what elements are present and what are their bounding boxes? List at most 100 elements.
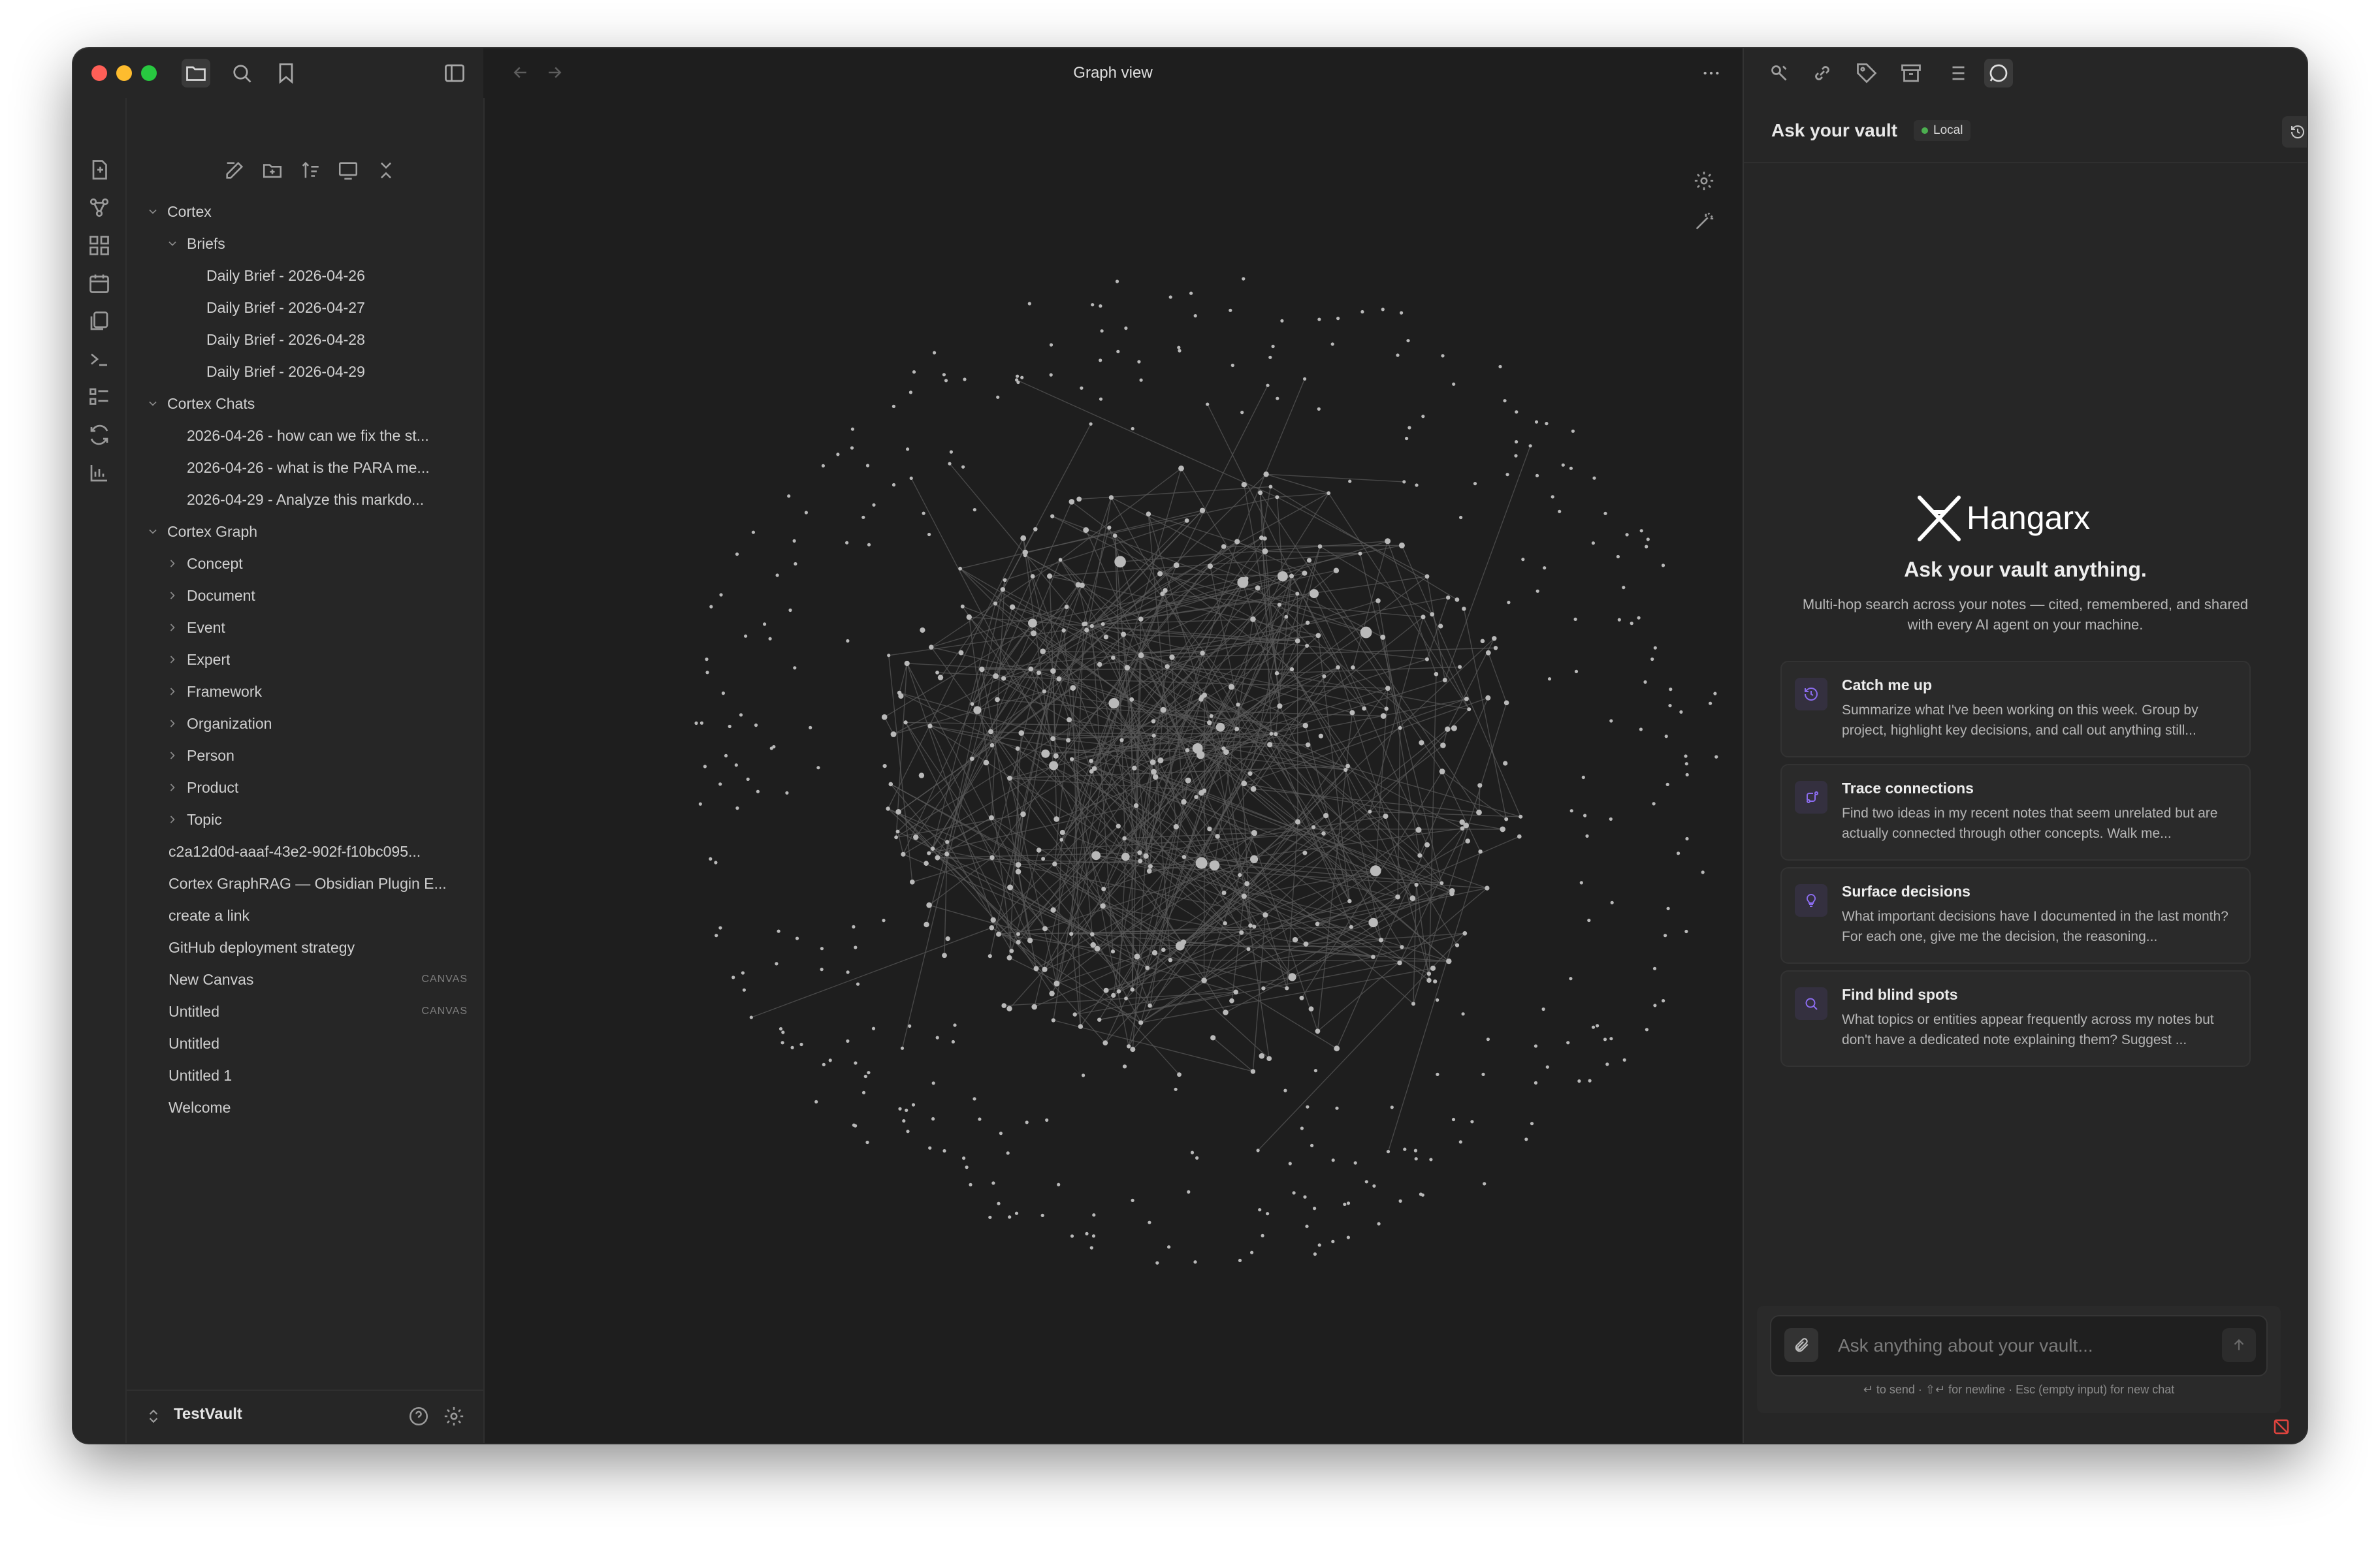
graph-node[interactable] <box>1493 646 1498 650</box>
graph-node[interactable] <box>1148 1003 1152 1008</box>
graph-node[interactable] <box>1133 803 1139 808</box>
graph-node[interactable] <box>792 539 796 543</box>
graph-node[interactable] <box>1277 603 1281 607</box>
tree-file[interactable]: create a link <box>169 901 249 930</box>
graph-node[interactable] <box>1403 1147 1407 1151</box>
graph-node[interactable] <box>1031 630 1037 637</box>
graph-node[interactable] <box>846 970 850 974</box>
graph-node[interactable] <box>1151 950 1158 956</box>
graph-node[interactable] <box>1050 668 1056 674</box>
graph-node[interactable] <box>1276 396 1279 400</box>
graph-node[interactable] <box>1574 669 1579 673</box>
graph-node[interactable] <box>1384 707 1389 711</box>
graph-node[interactable] <box>1609 817 1613 821</box>
graph-node[interactable] <box>1346 1235 1350 1239</box>
tree-folder[interactable]: Product <box>187 773 238 802</box>
graph-node[interactable] <box>922 511 925 515</box>
graph-node[interactable] <box>949 450 953 454</box>
graph-node[interactable] <box>1041 749 1050 758</box>
graph-node[interactable] <box>901 851 906 857</box>
graph-node[interactable] <box>1261 1233 1264 1237</box>
graph-node[interactable] <box>1284 614 1289 619</box>
graph-node[interactable] <box>1278 571 1288 582</box>
graph-node[interactable] <box>1028 618 1037 628</box>
graph-node[interactable] <box>1603 511 1607 515</box>
graph-node[interactable] <box>1414 882 1419 887</box>
graph-node[interactable] <box>1424 574 1430 579</box>
graph-node[interactable] <box>1446 596 1451 600</box>
graph-node[interactable] <box>1558 509 1562 513</box>
graph-node[interactable] <box>1274 732 1278 737</box>
graph-node[interactable] <box>1058 558 1063 562</box>
graph-node[interactable] <box>995 697 1000 703</box>
graph-node[interactable] <box>1134 953 1140 960</box>
graph-node[interactable] <box>937 675 944 680</box>
chevron-right-icon[interactable] <box>166 685 179 698</box>
graph-node[interactable] <box>1210 1035 1216 1041</box>
graph-node[interactable] <box>1263 471 1269 477</box>
graph-node[interactable] <box>909 476 913 481</box>
graph-node[interactable] <box>809 725 812 729</box>
graph-node[interactable] <box>780 1041 784 1045</box>
graph-node[interactable] <box>1036 848 1042 853</box>
graph-node[interactable] <box>1080 386 1084 390</box>
graph-node[interactable] <box>1315 1028 1321 1034</box>
graph-node[interactable] <box>1129 697 1134 702</box>
graph-node[interactable] <box>1458 665 1462 669</box>
graph-node[interactable] <box>1256 1149 1260 1152</box>
graph-node[interactable] <box>1470 1120 1474 1124</box>
graph-node[interactable] <box>1439 881 1444 885</box>
graph-node[interactable] <box>1131 1198 1134 1202</box>
graph-node[interactable] <box>1239 930 1244 935</box>
graph-node[interactable] <box>1709 701 1713 705</box>
graph-node[interactable] <box>1084 628 1089 633</box>
graph-node[interactable] <box>1643 680 1647 684</box>
graph-node[interactable] <box>1288 973 1296 981</box>
graph-node[interactable] <box>1061 628 1066 633</box>
graph-node[interactable] <box>1289 573 1294 579</box>
graph-node[interactable] <box>965 1166 969 1169</box>
graph-node[interactable] <box>927 723 933 729</box>
graph-node[interactable] <box>1536 589 1539 593</box>
graph-node[interactable] <box>1194 795 1198 799</box>
graph-node[interactable] <box>846 639 850 643</box>
graph-node[interactable] <box>1102 1040 1108 1046</box>
graph-node[interactable] <box>1083 527 1089 533</box>
graph-node[interactable] <box>1237 577 1249 588</box>
graph-node[interactable] <box>1008 1215 1012 1219</box>
graph-node[interactable] <box>1209 714 1214 718</box>
graph-node[interactable] <box>1336 317 1340 321</box>
graph-node[interactable] <box>1463 822 1469 829</box>
magic-wand-icon[interactable] <box>1693 210 1715 232</box>
graph-node[interactable] <box>1040 1213 1044 1217</box>
graph-node[interactable] <box>1206 402 1210 406</box>
graph-node[interactable] <box>1306 558 1312 563</box>
graph-node[interactable] <box>958 650 964 656</box>
graph-node[interactable] <box>963 377 967 381</box>
graph-node[interactable] <box>820 947 824 951</box>
graph-node[interactable] <box>1541 1007 1545 1011</box>
graph-node[interactable] <box>1302 570 1308 576</box>
graph-node[interactable] <box>1199 507 1206 513</box>
graph-node[interactable] <box>1238 873 1242 878</box>
graph-node[interactable] <box>1033 966 1039 972</box>
graph-node[interactable] <box>1015 746 1020 751</box>
graph-node[interactable] <box>1591 1025 1596 1029</box>
chevron-down-icon[interactable] <box>146 205 159 218</box>
new-note-icon[interactable] <box>223 159 246 182</box>
graph-node[interactable] <box>1368 810 1372 814</box>
graph-node[interactable] <box>1662 999 1665 1003</box>
graph-node[interactable] <box>1137 850 1142 855</box>
graph-node[interactable] <box>1462 607 1466 611</box>
graph-node[interactable] <box>886 806 890 811</box>
graph-node[interactable] <box>1434 672 1439 676</box>
graph-node[interactable] <box>1082 1073 1085 1077</box>
graph-node[interactable] <box>1052 861 1057 866</box>
graph-node[interactable] <box>749 1015 753 1019</box>
graph-node[interactable] <box>1498 364 1502 369</box>
graph-node[interactable] <box>897 690 902 695</box>
graph-node[interactable] <box>781 1030 785 1034</box>
graph-node[interactable] <box>1561 463 1565 467</box>
graph-node[interactable] <box>1132 765 1137 770</box>
graph-node[interactable] <box>1515 440 1519 444</box>
